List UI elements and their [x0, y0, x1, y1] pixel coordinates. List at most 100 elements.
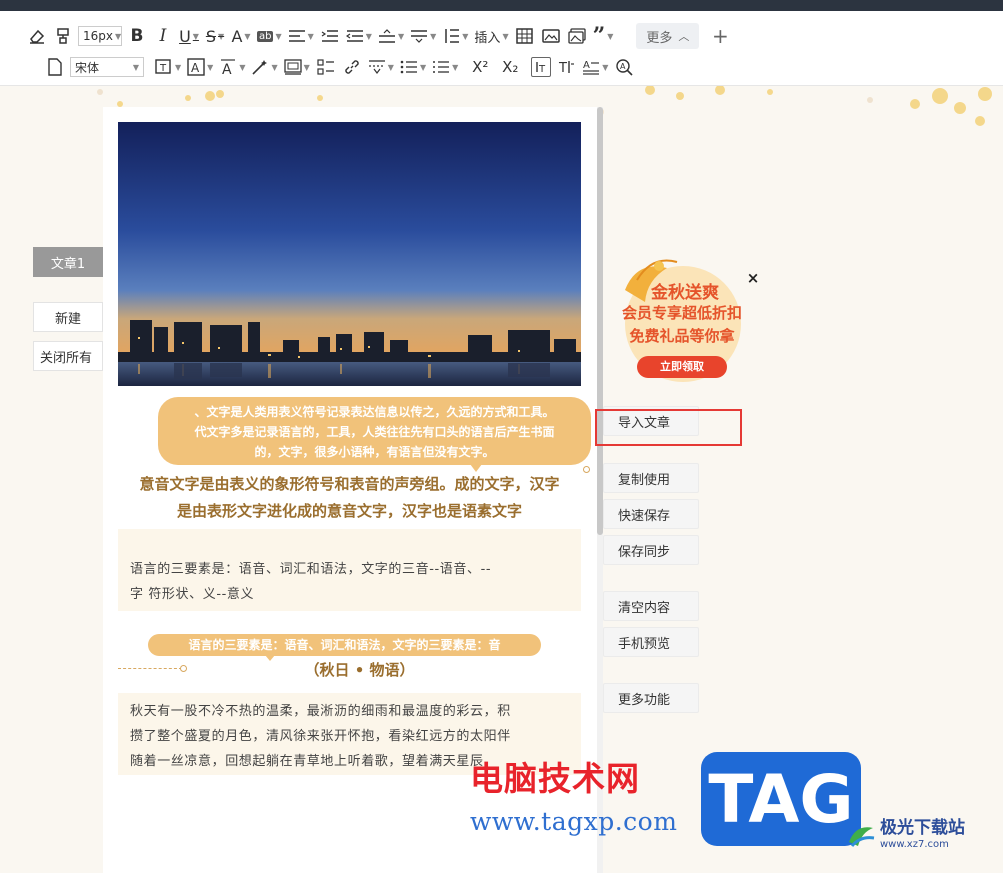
- clear-label: 清空内容: [618, 600, 671, 616]
- caption-bubble-2: 语言的三要素是：语音、词汇和语法，文字的三要素是：音: [148, 634, 541, 656]
- chevron-down-icon: ▼: [462, 31, 469, 41]
- justify-icon[interactable]: T: [555, 55, 577, 79]
- strikethrough-icon[interactable]: S ▼: [204, 24, 226, 48]
- letter-spacing-icon[interactable]: ▼: [441, 24, 469, 48]
- quick-save-label: 快速保存: [618, 508, 671, 524]
- chevron-down-icon: ▼: [192, 31, 199, 41]
- chevron-down-icon: ▼: [115, 31, 122, 41]
- divider-icon[interactable]: ▼: [367, 55, 395, 79]
- decor-dot: [583, 466, 590, 473]
- paragraph-box-2: 秋天有一股不冷不热的温柔，最淅沥的细雨和最温度的彩云，积 攒了整个盛夏的月色，清…: [118, 693, 581, 775]
- save-sync-button[interactable]: 保存同步: [603, 535, 699, 565]
- svg-text:A: A: [222, 62, 232, 76]
- svg-text:T: T: [538, 64, 546, 74]
- ordered-list-icon[interactable]: ▼: [399, 55, 427, 79]
- chevron-down-icon: ▼: [303, 62, 310, 72]
- indent-icon[interactable]: [319, 24, 341, 48]
- close-icon[interactable]: ×: [745, 269, 761, 287]
- new-label: 新建: [54, 311, 81, 327]
- magic-wand-icon[interactable]: ▼: [250, 55, 278, 79]
- font-effect-icon[interactable]: A ▼: [218, 55, 246, 79]
- copy-use-button[interactable]: 复制使用: [603, 463, 699, 493]
- outdent-icon[interactable]: ▼: [345, 24, 373, 48]
- first-line-indent-icon[interactable]: T: [531, 57, 552, 77]
- watermark-tag-logo: TAG: [701, 752, 861, 846]
- clear-content-button[interactable]: 清空内容: [603, 591, 699, 621]
- format-painter-icon[interactable]: [52, 24, 74, 48]
- bubble-line: 、文字是人类用表义符号记录表达信息以传之，久远的方式和工具。: [194, 405, 555, 419]
- insert-menu[interactable]: 插入 ▼: [473, 24, 509, 48]
- border-text-icon[interactable]: A ▼: [186, 55, 214, 79]
- insert-label: 插入: [474, 30, 501, 46]
- plus-icon[interactable]: +: [709, 24, 731, 48]
- quote-icon[interactable]: ” ▼: [592, 23, 615, 49]
- list-icon[interactable]: [315, 55, 337, 79]
- new-article-button[interactable]: 新建: [33, 302, 103, 332]
- chevron-down-icon: ▼: [207, 62, 214, 72]
- bubble-line: 代文字多是记录语言的，工具，人类往往先有口头的语言后产生书面: [194, 425, 555, 439]
- watermark-jg-url: www.xz7.com: [880, 839, 949, 850]
- gallery-icon[interactable]: [566, 24, 588, 48]
- align-icon[interactable]: ▼: [287, 24, 315, 48]
- document-page[interactable]: 、文字是人类用表义符号记录表达信息以传之，久远的方式和工具。 代文字多是记录语言…: [103, 107, 597, 873]
- underline-icon[interactable]: U ▼: [178, 24, 200, 48]
- promo-line-2: 会员专享超低折扣: [621, 304, 742, 322]
- tab-label: 文章1: [50, 256, 86, 272]
- superscript-icon[interactable]: X²: [469, 55, 491, 79]
- font-family-select[interactable]: 宋体 ▼: [70, 57, 144, 77]
- preview-label: 手机预览: [618, 636, 671, 652]
- promo-line-1: 金秋送爽: [651, 283, 719, 303]
- mobile-preview-button[interactable]: 手机预览: [603, 627, 699, 657]
- chevron-up-icon: ︿: [678, 30, 690, 43]
- chevron-down-icon: ▼: [602, 62, 609, 72]
- chevron-down-icon: ▼: [132, 62, 139, 72]
- more-features-label: 更多功能: [618, 692, 671, 708]
- frame-icon[interactable]: ▼: [283, 55, 311, 79]
- svg-text:T: T: [558, 61, 567, 76]
- page-icon[interactable]: [44, 55, 66, 79]
- font-size-value: 16px: [83, 29, 113, 43]
- paragraph-box-1: 语言的三要素是：语音、词汇和语法，文字的三音--语音、-- 字 符形状、义--意…: [118, 529, 581, 611]
- heading-line: 是由表形文字进化成的意音文字，汉字也是语素文字: [176, 502, 522, 520]
- promo-claim-button[interactable]: 立即领取: [637, 356, 727, 378]
- tab-article-1[interactable]: 文章1: [33, 247, 103, 277]
- font-size-select[interactable]: 16px ▼: [78, 26, 122, 46]
- svg-text:A: A: [620, 62, 626, 71]
- chevron-down-icon: ▼: [218, 31, 225, 41]
- eraser-icon[interactable]: [26, 24, 48, 48]
- close-all-label: 关闭所有: [40, 350, 93, 366]
- link-icon[interactable]: [341, 55, 363, 79]
- chevron-down-icon: ▼: [271, 62, 278, 72]
- text-box-icon[interactable]: T ▼: [154, 55, 182, 79]
- chevron-down-icon: ▼: [452, 62, 459, 72]
- paragraph-spacing-icon[interactable]: ▼: [409, 24, 437, 48]
- toolbar-row-2: 宋体 ▼ T ▼ A ▼ A ▼ ▼ ▼ ▼ ▼ ▼ X² X₂ T T A ▼…: [44, 52, 639, 82]
- quick-save-button[interactable]: 快速保存: [603, 499, 699, 529]
- chevron-down-icon: ▼: [419, 62, 427, 72]
- promo-ad[interactable]: 金秋送爽 会员专享超低折扣 免费礼品等你拿 立即领取: [607, 250, 757, 390]
- bold-icon[interactable]: B: [126, 24, 148, 48]
- italic-icon[interactable]: I: [152, 24, 174, 48]
- table-icon[interactable]: [514, 24, 536, 48]
- close-all-button[interactable]: 关闭所有: [33, 341, 103, 371]
- line-height-icon[interactable]: ▼: [377, 24, 405, 48]
- bubble-line: 的，文字，很多小语种，有语言但没有文字。: [254, 445, 495, 459]
- chevron-down-icon: ▼: [239, 62, 246, 72]
- window-top-bar: [0, 0, 1003, 11]
- more-button[interactable]: 更多 ︿: [636, 23, 700, 49]
- svg-text:A: A: [191, 61, 200, 75]
- chevron-down-icon: ▼: [275, 31, 282, 41]
- image-icon[interactable]: [540, 24, 562, 48]
- night-city-photo: [118, 122, 581, 386]
- font-color-icon[interactable]: A ▼: [230, 24, 252, 48]
- find-icon[interactable]: A: [613, 55, 635, 79]
- article-heading: 意音文字是由表义的象形符号和表音的声旁组。成的文字，汉字 是由表形文字进化成的意…: [118, 471, 581, 525]
- chevron-down-icon: ▼: [607, 31, 614, 41]
- background-color-icon[interactable]: ab ▼: [256, 24, 283, 48]
- subscript-icon[interactable]: X₂: [499, 55, 521, 79]
- watermark-jg-name: 极光下载站: [880, 818, 965, 838]
- unordered-list-icon[interactable]: ▼: [431, 55, 459, 79]
- text-direction-icon[interactable]: A ▼: [581, 55, 609, 79]
- more-features-button[interactable]: 更多功能: [603, 683, 699, 713]
- chevron-down-icon: ▼: [387, 62, 394, 72]
